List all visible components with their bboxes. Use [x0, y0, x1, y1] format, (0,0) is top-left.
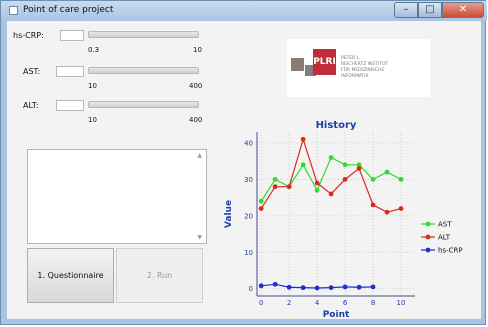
data-point-alt-0	[258, 206, 264, 211]
run-button-label: 2. Run	[146, 271, 173, 280]
y-tick-label-2: 20	[244, 212, 253, 220]
x-tick-label-3: 6	[343, 299, 348, 307]
alt-max: 400	[189, 116, 203, 124]
ast-label: AST:	[23, 67, 41, 76]
data-point-alt-7	[356, 166, 362, 171]
ast-slider[interactable]	[88, 67, 199, 74]
data-point-hs-crp-7	[356, 284, 362, 290]
hs-crp-input[interactable]	[60, 30, 84, 41]
legend-label-alt: ALT	[438, 234, 451, 242]
run-button[interactable]: 2. Run	[116, 248, 203, 303]
hs-crp-slider[interactable]	[88, 31, 199, 38]
y-tick-label-1: 10	[244, 249, 253, 257]
y-tick-label-0: 0	[249, 285, 253, 293]
hs-crp-min: 0.3	[88, 46, 100, 54]
title-bar[interactable]: Point of care project – □ ✕	[1, 1, 487, 21]
scroll-up-icon[interactable]: ▲	[197, 152, 202, 159]
logo-mark-text: PLRI	[313, 57, 336, 67]
hs-crp-max: 10	[193, 46, 202, 54]
data-point-ast-4	[314, 187, 320, 193]
data-point-alt-1	[272, 184, 278, 190]
data-point-ast-0	[258, 198, 264, 204]
ast-max: 400	[189, 82, 203, 90]
hs-crp-label: hs-CRP:	[13, 31, 44, 40]
data-point-hs-crp-6	[342, 284, 348, 290]
scroll-down-icon[interactable]: ▼	[197, 234, 202, 241]
close-icon: ✕	[458, 4, 468, 15]
maximize-button[interactable]: □	[418, 2, 442, 18]
questionnaire-button-label: 1. Questionnaire	[37, 271, 104, 280]
app-window: Point of care project – □ ✕ hs-CRP: 0.3 …	[0, 0, 487, 325]
logo-text: PETER L. REICHERTZ INSTITUT FÜR MEDIZINI…	[341, 56, 388, 80]
legend-swatch-marker-hs-crp	[425, 247, 431, 253]
ast-input[interactable]	[56, 66, 84, 77]
data-point-ast-5	[328, 155, 334, 160]
data-point-hs-crp-2	[286, 284, 292, 290]
alt-label: ALT:	[23, 101, 39, 110]
y-tick-label-4: 40	[244, 139, 253, 147]
data-point-alt-9	[384, 209, 390, 215]
x-tick-label-4: 8	[371, 299, 375, 307]
data-point-hs-crp-5	[328, 285, 334, 291]
plri-logo: PLRI PETER L. REICHERTZ INSTITUT FÜR MED…	[287, 39, 430, 97]
data-point-alt-2	[286, 184, 292, 190]
data-point-alt-8	[370, 202, 376, 208]
alt-input[interactable]	[56, 100, 84, 111]
logo-line-4: INFORMATIK	[341, 74, 369, 79]
data-point-ast-6	[342, 162, 348, 168]
questionnaire-textarea[interactable]: ▲ ▼	[27, 149, 207, 244]
y-tick-label-3: 30	[244, 176, 253, 184]
alt-min: 10	[88, 116, 97, 124]
data-point-hs-crp-8	[370, 284, 376, 290]
minimize-button[interactable]: –	[394, 2, 418, 18]
x-tick-label-0: 0	[259, 299, 263, 307]
data-point-hs-crp-4	[314, 285, 320, 291]
data-point-hs-crp-0	[258, 283, 264, 289]
legend-swatch-marker-ast	[425, 221, 431, 227]
x-axis-label: Point	[323, 310, 350, 319]
data-point-alt-3	[300, 136, 306, 142]
legend-swatch-marker-alt	[425, 234, 431, 240]
x-tick-label-5: 10	[397, 299, 406, 307]
data-point-alt-5	[328, 191, 334, 197]
y-axis-label: Value	[224, 200, 234, 228]
ast-min: 10	[88, 82, 97, 90]
logo-mark: PLRI	[313, 49, 336, 75]
data-point-hs-crp-3	[300, 285, 306, 291]
app-icon	[9, 6, 18, 15]
questionnaire-button[interactable]: 1. Questionnaire	[27, 248, 114, 303]
logo-square-brown	[291, 58, 304, 71]
x-tick-label-1: 2	[287, 299, 291, 307]
data-point-alt-10	[398, 206, 404, 211]
legend-label-ast: AST	[438, 221, 452, 229]
data-point-alt-4	[314, 180, 320, 186]
client-area: hs-CRP: 0.3 10 AST: 10 400 ALT: 10 400 ▲…	[7, 21, 481, 319]
window-title: Point of care project	[23, 5, 114, 15]
minimize-icon: –	[403, 4, 409, 15]
x-tick-label-2: 4	[315, 299, 320, 307]
close-button[interactable]: ✕	[442, 2, 484, 18]
maximize-icon: □	[425, 4, 435, 15]
data-point-ast-10	[398, 176, 404, 182]
legend-label-hs-crp: hs-CRP	[438, 247, 463, 255]
data-point-ast-9	[384, 169, 390, 175]
data-point-ast-3	[300, 162, 306, 168]
chart-title: History	[316, 120, 357, 131]
data-point-ast-1	[272, 176, 278, 182]
history-chart: History 0 2 4 6 8 10 0 10 20 30 40 Point Value AST ALT h…	[224, 120, 463, 319]
data-point-hs-crp-1	[272, 281, 278, 287]
data-point-ast-8	[370, 176, 376, 182]
data-point-alt-6	[342, 176, 348, 182]
alt-slider[interactable]	[88, 101, 199, 108]
